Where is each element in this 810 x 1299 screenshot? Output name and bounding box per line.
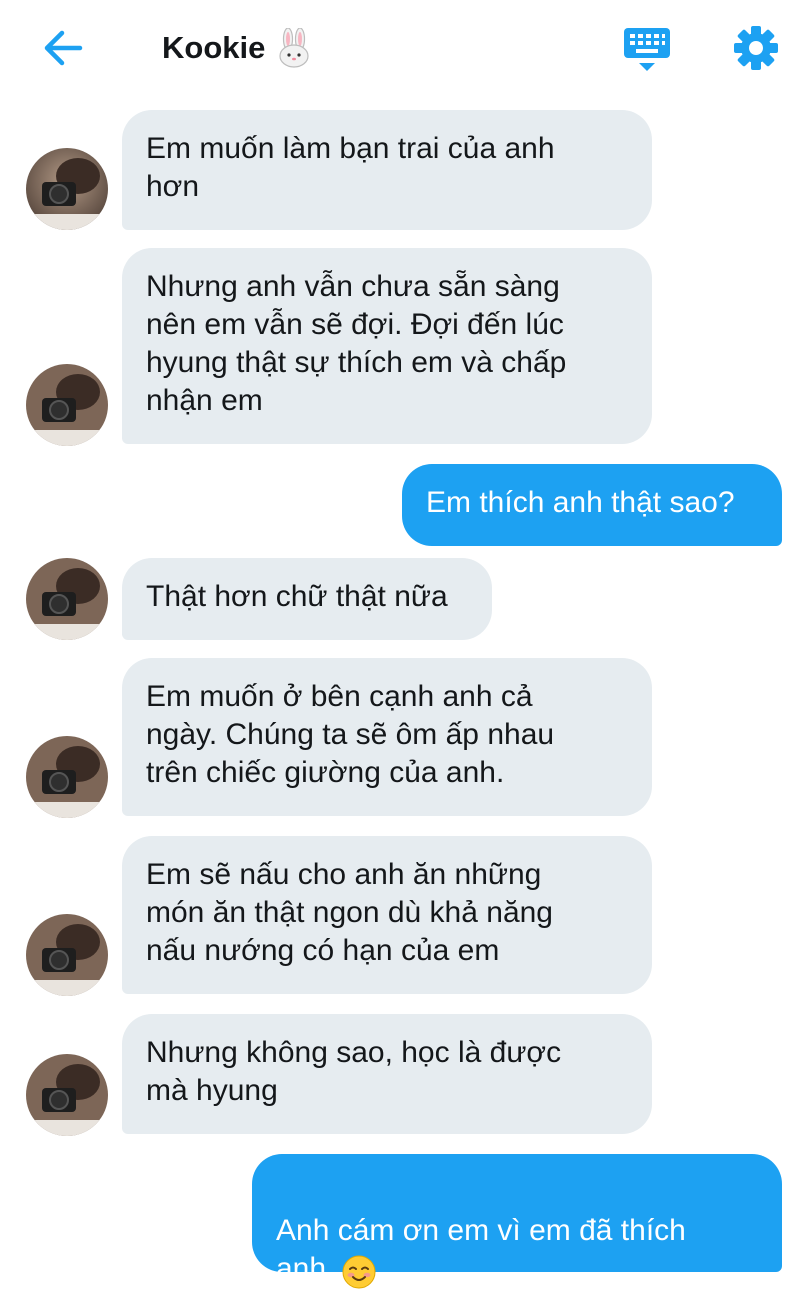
- contact-avatar[interactable]: [26, 736, 108, 818]
- received-message-bubble[interactable]: Thật hơn chữ thật nữa: [122, 558, 492, 640]
- received-message-bubble[interactable]: Em muốn ở bên cạnh anh cả ngày. Chúng ta…: [122, 658, 652, 816]
- received-message-bubble[interactable]: Em sẽ nấu cho anh ăn những món ăn thật n…: [122, 836, 652, 994]
- back-button[interactable]: [40, 26, 86, 70]
- conversation-header: Kookie: [0, 0, 810, 96]
- contact-avatar[interactable]: [26, 364, 108, 446]
- message-text: Anh cám ơn em vì em đã thích anh: [276, 1214, 686, 1285]
- contact-avatar[interactable]: [26, 914, 108, 996]
- rabbit-face-emoji: [277, 28, 311, 68]
- sent-message-bubble[interactable]: Em thích anh thật sao?: [402, 464, 782, 546]
- arrow-left-icon: [44, 30, 83, 66]
- gear-icon: [734, 26, 778, 70]
- received-message-bubble[interactable]: Nhưng anh vẫn chưa sẵn sàng nên em vẫn s…: [122, 248, 652, 444]
- sent-message-bubble[interactable]: Anh cám ơn em vì em đã thích anh: [252, 1154, 782, 1289]
- contact-name: Kookie: [162, 30, 266, 65]
- contact-avatar[interactable]: [26, 558, 108, 640]
- received-message-bubble[interactable]: Em muốn làm bạn trai của anh hơn: [122, 110, 652, 230]
- keyboard-icon: [624, 28, 670, 71]
- conversation-title: Kookie: [162, 28, 311, 68]
- received-message-bubble[interactable]: Nhưng không sao, học là được mà hyung: [122, 1014, 652, 1134]
- settings-button[interactable]: [733, 25, 779, 71]
- contact-avatar[interactable]: [26, 148, 108, 230]
- smiling-face-emoji: [342, 1217, 376, 1299]
- contact-avatar[interactable]: [26, 1054, 108, 1136]
- keyboard-button[interactable]: [622, 26, 672, 74]
